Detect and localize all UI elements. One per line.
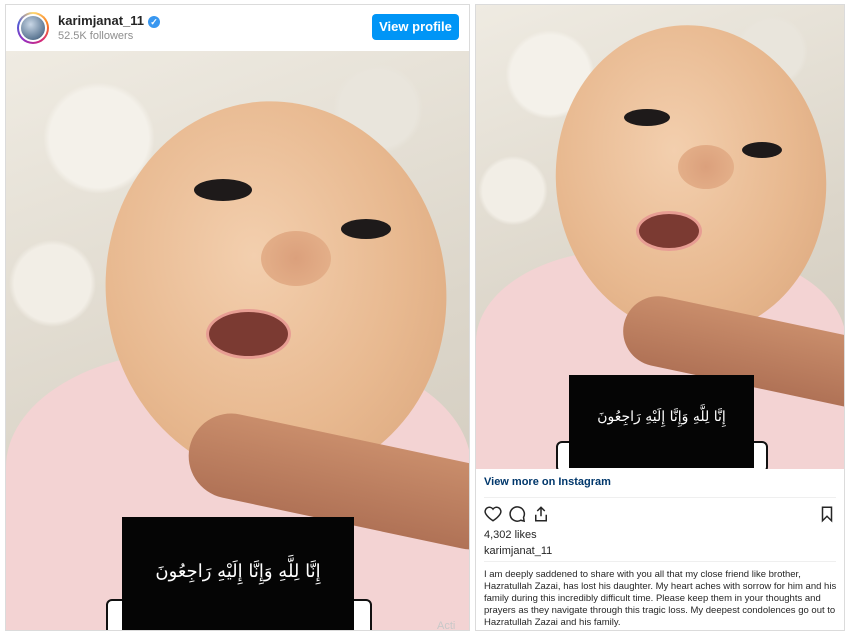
avatar-frame [19, 14, 47, 42]
divider [484, 497, 836, 498]
comment-icon[interactable] [508, 505, 526, 523]
verified-badge-icon: ✓ [148, 15, 161, 28]
heart-icon[interactable] [484, 505, 502, 523]
overlay-arabic-text: إِنَّا لِلَّهِ وَإِنَّا إِلَيْهِ رَاجِعُ… [155, 561, 321, 582]
post-photo-right[interactable]: إِنَّا لِلَّهِ وَإِنَّا إِلَيْهِ رَاجِعُ… [476, 5, 844, 469]
instagram-embed-left: karimjanat_11 ✓ 52.5K followers View prof… [5, 4, 470, 631]
instagram-embed-right: إِنَّا لِلَّهِ وَإِنَّا إِلَيْهِ رَاجِعُ… [475, 4, 845, 631]
photo-eye-right [742, 142, 782, 158]
share-icon[interactable] [532, 505, 550, 523]
like-count: 4,302 likes [484, 529, 537, 541]
follower-count: 52.5K followers [58, 30, 134, 42]
photo-nose [261, 231, 331, 286]
photo-eye-left [624, 109, 670, 126]
post-photo-inner: إِنَّا لِلَّهِ وَإِنَّا إِلَيْهِ رَاجِعُ… [476, 5, 844, 469]
photo-eye-left [194, 179, 252, 201]
view-more-link[interactable]: View more on Instagram [484, 476, 611, 488]
view-profile-button[interactable]: View profile [372, 14, 459, 40]
photo-nose [678, 145, 734, 189]
embed-header: karimjanat_11 ✓ 52.5K followers View prof… [6, 5, 469, 51]
divider [484, 561, 836, 562]
overlay-arabic-text: إِنَّا لِلَّهِ وَإِنَّا إِلَيْهِ رَاجِعُ… [597, 409, 726, 425]
post-caption: I am deeply saddened to share with you a… [484, 569, 837, 628]
caption-username[interactable]: karimjanat_11 [484, 545, 552, 557]
username-text: karimjanat_11 [58, 13, 145, 28]
bookmark-icon[interactable] [818, 505, 836, 523]
photo-text-overlay: إِنَّا لِلَّهِ وَإِنَّا إِلَيْهِ رَاجِعُ… [569, 375, 754, 468]
post-photo[interactable]: إِنَّا لِلَّهِ وَإِنَّا إِلَيْهِ رَاجِعُ… [6, 51, 469, 630]
username[interactable]: karimjanat_11 ✓ [58, 13, 161, 28]
photo-mouth [206, 309, 291, 359]
photo-eye-right [341, 219, 391, 239]
avatar-image [21, 16, 45, 40]
photo-mouth [636, 211, 702, 251]
avatar[interactable] [17, 12, 49, 44]
photo-text-overlay: إِنَّا لِلَّهِ وَإِنَّا إِلَيْهِ رَاجِعُ… [122, 517, 354, 630]
activation-watermark: Acti [437, 620, 456, 632]
